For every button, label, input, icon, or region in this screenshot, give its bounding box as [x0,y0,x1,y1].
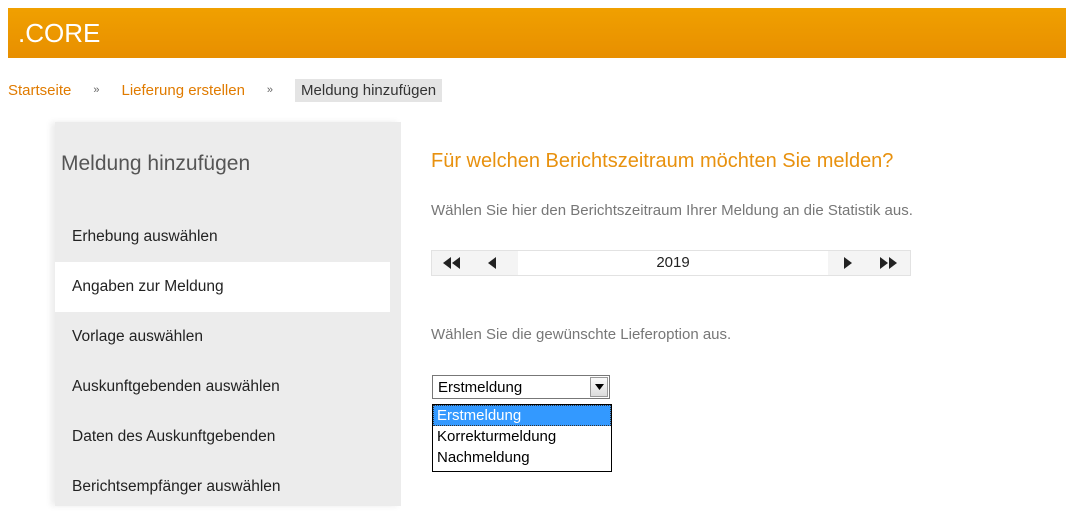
next-year-icon[interactable] [828,251,868,275]
app-header: .CORE [8,8,1066,58]
app-logo[interactable]: .CORE [18,18,100,49]
option-korrekturmeldung[interactable]: Korrekturmeldung [433,426,611,447]
delivery-option-value: Erstmeldung [438,379,523,396]
breadcrumb-current: Meldung hinzufügen [295,78,443,102]
delivery-option-hint: Wählen Sie die gewünschte Lieferoption a… [431,326,732,343]
option-erstmeldung[interactable]: Erstmeldung [433,405,611,426]
breadcrumb: Startseite » Lieferung erstellen » Meldu… [8,78,443,102]
sidebar-item-berichtsempfaenger[interactable]: Berichtsempfänger auswählen [55,462,401,512]
breadcrumb-link-startseite[interactable]: Startseite [8,82,71,99]
delivery-option-dropdown: Erstmeldung Korrekturmeldung Nachmeldung [432,404,612,472]
option-nachmeldung[interactable]: Nachmeldung [433,447,611,468]
last-year-icon[interactable] [868,251,908,275]
year-selector: 2019 [431,250,911,276]
sidebar-item-angaben[interactable]: Angaben zur Meldung [55,262,390,312]
previous-year-icon[interactable] [472,251,512,275]
delivery-option-select[interactable]: Erstmeldung [432,375,610,399]
breadcrumb-link-lieferung-erstellen[interactable]: Lieferung erstellen [122,82,245,99]
main-panel: Für welchen Berichtszeitraum möchten Sie… [401,122,1066,506]
sidebar-item-auskunftgebenden[interactable]: Auskunftgebenden auswählen [55,362,401,412]
wizard-sidebar: Meldung hinzufügen Erhebung auswählen An… [55,122,401,506]
first-year-icon[interactable] [432,251,472,275]
breadcrumb-separator-icon: » [93,84,100,96]
breadcrumb-separator-icon: » [266,84,274,96]
page-question: Für welchen Berichtszeitraum möchten Sie… [431,150,894,172]
sidebar-title: Meldung hinzufügen [61,152,251,175]
sidebar-item-vorlage[interactable]: Vorlage auswählen [55,312,401,362]
year-value: 2019 [518,251,828,275]
sidebar-item-erhebung[interactable]: Erhebung auswählen [55,212,401,262]
period-hint: Wählen Sie hier den Berichtszeitraum Ihr… [431,202,913,219]
chevron-down-icon[interactable] [590,377,608,397]
sidebar-item-daten[interactable]: Daten des Auskunftgebenden [55,412,401,462]
